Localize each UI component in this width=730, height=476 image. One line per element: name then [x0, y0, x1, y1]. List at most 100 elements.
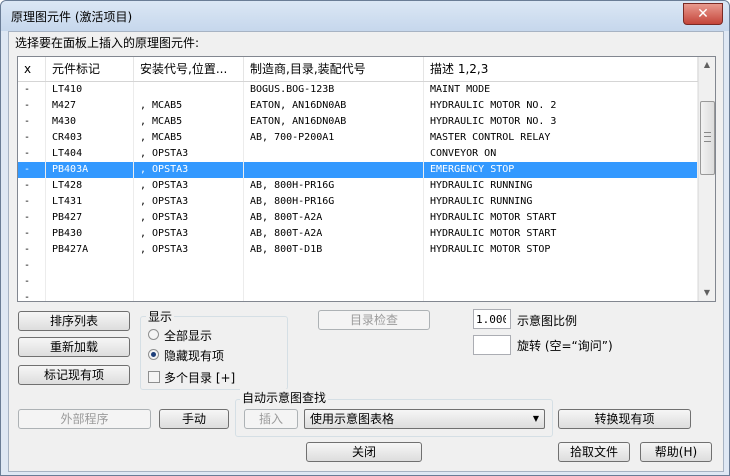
auto-lookup-selected: 使用示意图表格	[310, 412, 395, 426]
row-manufacturer: AB, 800T-A2A	[244, 210, 424, 226]
auto-lookup-label: 自动示意图查找	[240, 389, 329, 406]
row-tag: PB403A	[46, 162, 134, 178]
rotate-input[interactable]	[473, 335, 511, 355]
row-description: HYDRAULIC RUNNING	[424, 178, 698, 194]
row-manufacturer	[244, 258, 424, 274]
row-marker: -	[18, 130, 46, 146]
row-manufacturer	[244, 162, 424, 178]
row-manufacturer	[244, 146, 424, 162]
row-description: CONVEYOR ON	[424, 146, 698, 162]
row-description	[424, 274, 698, 290]
row-marker: -	[18, 290, 46, 301]
row-manufacturer: AB, 800H-PR16G	[244, 178, 424, 194]
table-header: x 元件标记 安装代号,位置... 制造商,目录,装配代号 描述 1,2,3	[18, 57, 698, 82]
scale-input[interactable]	[473, 309, 511, 329]
scale-label: 示意图比例	[517, 314, 578, 328]
external-program-button[interactable]: 外部程序	[18, 409, 151, 429]
mark-existing-button[interactable]: 标记现有项	[18, 365, 130, 385]
row-description	[424, 258, 698, 274]
table-row[interactable]: - PB430, OPSTA3 AB, 800T-A2A HYDRAULIC MOTO…	[18, 226, 698, 242]
reload-button[interactable]: 重新加载	[18, 337, 130, 357]
show-all-label[interactable]: 全部显示	[164, 327, 212, 344]
row-tag: CR403	[46, 130, 134, 146]
row-location: , OPSTA3	[134, 146, 244, 162]
row-location	[134, 258, 244, 274]
manual-button[interactable]: 手动	[159, 409, 229, 429]
table-row[interactable]: - LT431, OPSTA3 AB, 800H-PR16G HYDRAULIC RU…	[18, 194, 698, 210]
row-tag: LT431	[46, 194, 134, 210]
title-bar[interactable]: 原理图元件 (激活项目) ✕	[1, 1, 729, 31]
column-header-location[interactable]: 安装代号,位置...	[134, 57, 244, 81]
dialog-client: 选择要在面板上插入的原理图元件: x 元件标记 安装代号,位置... 制造商,目…	[8, 31, 724, 472]
table-row[interactable]: - PB403A, OPSTA3 EMERGENCY STOP	[18, 162, 698, 178]
column-header-x[interactable]: x	[18, 57, 46, 81]
row-location: , OPSTA3	[134, 194, 244, 210]
grip-icon	[704, 132, 711, 142]
dialog-window: 原理图元件 (激活项目) ✕ 选择要在面板上插入的原理图元件: x 元件标记 安…	[0, 0, 730, 476]
table-row[interactable]: -	[18, 274, 698, 290]
scroll-up-icon[interactable]: ▲	[699, 57, 715, 73]
row-manufacturer: EATON, AN16DN0AB	[244, 98, 424, 114]
row-description: HYDRAULIC MOTOR START	[424, 210, 698, 226]
row-tag: PB427A	[46, 242, 134, 258]
table-row[interactable]: -	[18, 258, 698, 274]
scroll-down-icon[interactable]: ▼	[699, 285, 715, 301]
row-tag: PB427	[46, 210, 134, 226]
table-row[interactable]: - LT404, OPSTA3 CONVEYOR ON	[18, 146, 698, 162]
row-marker: -	[18, 194, 46, 210]
selection-prompt: 选择要在面板上插入的原理图元件:	[15, 36, 200, 50]
row-manufacturer: AB, 700-P200A1	[244, 130, 424, 146]
row-marker: -	[18, 178, 46, 194]
row-manufacturer	[244, 274, 424, 290]
row-location	[134, 82, 244, 98]
table-vertical-scrollbar[interactable]: ▲ ▼	[698, 57, 715, 301]
close-window-button[interactable]: ✕	[683, 3, 723, 25]
row-tag: M427	[46, 98, 134, 114]
sort-list-button[interactable]: 排序列表	[18, 311, 130, 331]
table-row[interactable]: - M427, MCAB5 EATON, AN16DN0AB HYDRAULIC MO…	[18, 98, 698, 114]
row-location: , MCAB5	[134, 114, 244, 130]
table-row[interactable]: -	[18, 290, 698, 301]
column-header-manufacturer[interactable]: 制造商,目录,装配代号	[244, 57, 424, 81]
row-manufacturer	[244, 290, 424, 301]
display-group-label: 显示	[146, 308, 175, 325]
hide-existing-radio[interactable]	[148, 349, 159, 360]
close-button[interactable]: 关闭	[306, 442, 422, 462]
row-description: HYDRAULIC MOTOR START	[424, 226, 698, 242]
scrollbar-thumb[interactable]	[700, 101, 715, 175]
table-row[interactable]: - LT410 BOGUS.BOG-123B MAINT MODE	[18, 82, 698, 98]
row-location: , MCAB5	[134, 98, 244, 114]
row-description: HYDRAULIC MOTOR STOP	[424, 242, 698, 258]
help-button[interactable]: 帮助(H)	[640, 442, 712, 462]
row-marker: -	[18, 82, 46, 98]
row-manufacturer: EATON, AN16DN0AB	[244, 114, 424, 130]
auto-lookup-dropdown[interactable]: 使用示意图表格 ▼	[304, 409, 545, 429]
column-header-tag[interactable]: 元件标记	[46, 57, 134, 81]
row-description: HYDRAULIC MOTOR NO. 2	[424, 98, 698, 114]
show-all-radio[interactable]	[148, 329, 159, 340]
table-row[interactable]: - PB427, OPSTA3 AB, 800T-A2A HYDRAULIC MOTO…	[18, 210, 698, 226]
table-row[interactable]: - M430, MCAB5 EATON, AN16DN0AB HYDRAULIC MO…	[18, 114, 698, 130]
window-title: 原理图元件 (激活项目)	[11, 10, 133, 24]
row-description: HYDRAULIC RUNNING	[424, 194, 698, 210]
catalog-check-button[interactable]: 目录检查	[318, 310, 430, 330]
hide-existing-label[interactable]: 隐藏现有项	[164, 347, 224, 364]
row-location: , OPSTA3	[134, 178, 244, 194]
table-row[interactable]: - LT428, OPSTA3 AB, 800H-PR16G HYDRAULIC RU…	[18, 178, 698, 194]
table-row[interactable]: - PB427A, OPSTA3 AB, 800T-D1B HYDRAULIC MOT…	[18, 242, 698, 258]
table-row[interactable]: - CR403, MCAB5 AB, 700-P200A1 MASTER CONTRO…	[18, 130, 698, 146]
row-location: , OPSTA3	[134, 242, 244, 258]
row-description: MASTER CONTROL RELAY	[424, 130, 698, 146]
multi-catalog-checkbox[interactable]	[148, 371, 160, 383]
row-location	[134, 290, 244, 301]
rotate-label: 旋转 (空=“询问”)	[517, 339, 613, 353]
insert-button[interactable]: 插入	[244, 409, 298, 429]
pick-file-button[interactable]: 拾取文件	[558, 442, 630, 462]
row-location: , OPSTA3	[134, 162, 244, 178]
row-location	[134, 274, 244, 290]
convert-existing-button[interactable]: 转换现有项	[558, 409, 691, 429]
row-tag: M430	[46, 114, 134, 130]
multi-catalog-label[interactable]: 多个目录 [+]	[164, 369, 235, 386]
column-header-description[interactable]: 描述 1,2,3	[424, 57, 698, 81]
row-manufacturer: AB, 800T-D1B	[244, 242, 424, 258]
